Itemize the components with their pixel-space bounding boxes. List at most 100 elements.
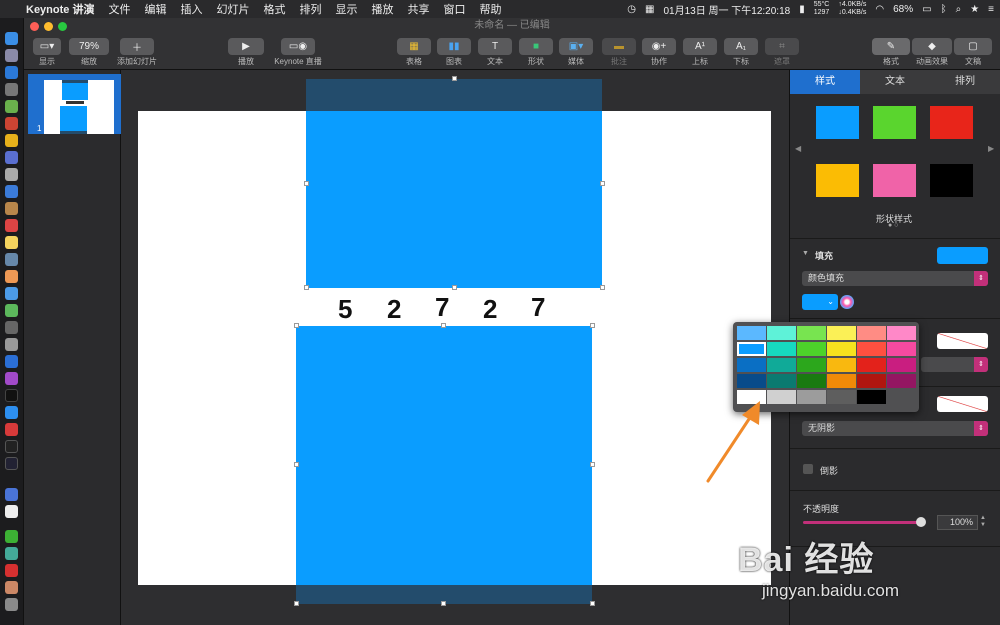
music-icon[interactable] xyxy=(5,355,18,368)
android-icon[interactable] xyxy=(5,100,18,113)
wifi-icon[interactable]: ◠ xyxy=(875,4,884,15)
bluetooth-icon[interactable]: ᛒ xyxy=(941,4,947,15)
comment-button[interactable]: ▬ 批注 xyxy=(602,38,636,67)
menu-arrange[interactable]: 排列 xyxy=(299,1,321,17)
close-window-button[interactable] xyxy=(30,22,39,31)
color-swatch[interactable] xyxy=(857,358,886,372)
menu-play[interactable]: 播放 xyxy=(371,1,393,17)
menu-window[interactable]: 窗口 xyxy=(443,1,465,17)
chevron-right-icon[interactable]: ▶ xyxy=(988,144,994,153)
subscript-button[interactable]: A₁ 下标 xyxy=(724,38,758,67)
trash-icon[interactable] xyxy=(5,598,18,611)
menu-slide[interactable]: 幻灯片 xyxy=(216,1,249,17)
slide-thumbnail-1[interactable]: 1 xyxy=(28,74,121,134)
color-swatch[interactable] xyxy=(857,342,886,356)
control-menu-icon[interactable]: ≡ xyxy=(988,4,994,15)
podcasts-icon[interactable] xyxy=(5,372,18,385)
selection-handle[interactable] xyxy=(452,76,457,81)
terminal-icon[interactable] xyxy=(5,440,18,453)
color-swatch[interactable] xyxy=(767,342,796,356)
style-swatch-red[interactable] xyxy=(930,106,973,139)
menu-view[interactable]: 显示 xyxy=(335,1,357,17)
opacity-slider-track[interactable] xyxy=(803,521,921,524)
border-popup[interactable]: ⇕ xyxy=(921,357,988,372)
shadow-color-well[interactable] xyxy=(937,396,988,412)
page-dots[interactable]: ● ○ xyxy=(888,222,898,229)
selection-handle[interactable] xyxy=(600,181,605,186)
selection-handle[interactable] xyxy=(304,285,309,290)
activity-monitor-icon[interactable] xyxy=(5,457,18,470)
selection-handle[interactable] xyxy=(294,601,299,606)
style-swatch-blue[interactable] xyxy=(816,106,859,139)
selection-handle[interactable] xyxy=(452,285,457,290)
style-swatch-pink[interactable] xyxy=(873,164,916,197)
color-swatch[interactable] xyxy=(887,358,916,372)
bookmark-icon[interactable]: ▮ xyxy=(799,4,805,15)
color-swatch[interactable] xyxy=(737,326,766,340)
color-swatch[interactable] xyxy=(887,326,916,340)
app-icon-27[interactable] xyxy=(5,488,18,501)
chrome-icon[interactable] xyxy=(5,134,18,147)
launchpad-icon[interactable] xyxy=(5,49,18,62)
zoom-popup[interactable]: 79% 缩放 xyxy=(69,38,109,67)
view-button[interactable]: ▭▾ 显示 xyxy=(33,38,61,67)
keynote-live-button[interactable]: ▭◉ Keynote 直播 xyxy=(269,38,327,67)
app-icon-9[interactable] xyxy=(5,168,18,181)
color-swatch[interactable] xyxy=(857,326,886,340)
opacity-slider-thumb[interactable] xyxy=(916,517,926,527)
netease-music-icon[interactable] xyxy=(5,564,18,577)
app-icon-15[interactable] xyxy=(5,270,18,283)
color-swatch[interactable] xyxy=(827,358,856,372)
chart-button[interactable]: ▮▮ 图表 xyxy=(437,38,471,67)
shape-button[interactable]: ■ 形状 xyxy=(519,38,553,67)
selection-handle[interactable] xyxy=(294,462,299,467)
color-swatch[interactable] xyxy=(797,326,826,340)
color-swatch[interactable] xyxy=(797,358,826,372)
rocket-icon[interactable] xyxy=(5,83,18,96)
app-icon-32[interactable] xyxy=(5,581,18,594)
wechat-icon[interactable] xyxy=(5,530,18,543)
color-swatch[interactable] xyxy=(857,390,886,404)
color-swatch[interactable] xyxy=(767,374,796,388)
menu-file[interactable]: 文件 xyxy=(108,1,130,17)
opacity-value-field[interactable]: 100% xyxy=(937,515,978,530)
color-wheel-icon[interactable] xyxy=(840,295,854,309)
selection-handle[interactable] xyxy=(441,601,446,606)
color-swatch[interactable] xyxy=(887,374,916,388)
fill-color-well[interactable] xyxy=(937,247,988,264)
app-icon-30[interactable] xyxy=(5,547,18,560)
minimize-window-button[interactable] xyxy=(44,22,53,31)
slide-digit[interactable]: 2 xyxy=(483,294,497,325)
color-swatch[interactable] xyxy=(737,374,766,388)
favorites-star-icon[interactable]: ★ xyxy=(970,4,979,15)
superscript-button[interactable]: A¹ 上标 xyxy=(683,38,717,67)
selection-handle[interactable] xyxy=(304,181,309,186)
selection-handle[interactable] xyxy=(590,323,595,328)
yandex-icon[interactable] xyxy=(5,505,18,518)
clock-status-icon[interactable]: ◷ xyxy=(627,4,636,15)
disclosure-triangle-icon[interactable]: ▼ xyxy=(802,250,809,257)
color-swatch[interactable] xyxy=(827,374,856,388)
app-icon-12[interactable] xyxy=(5,219,18,232)
slide-digit[interactable]: 2 xyxy=(387,294,401,325)
app-icon-10[interactable] xyxy=(5,185,18,198)
opacity-stepper[interactable]: ▲ ▼ xyxy=(980,515,988,530)
color-swatch[interactable] xyxy=(827,390,856,404)
format-button[interactable]: ✎ 格式 xyxy=(872,38,910,67)
color-swatch[interactable] xyxy=(887,342,916,356)
spotlight-search-icon[interactable]: ⌕ xyxy=(956,4,962,15)
color-swatch-selected[interactable] xyxy=(737,342,766,356)
notes-icon[interactable] xyxy=(5,236,18,249)
tab-text[interactable]: 文本 xyxy=(860,70,930,94)
animate-button[interactable]: ◆ 动画效果 xyxy=(912,38,952,67)
slide-digit[interactable]: 5 xyxy=(338,294,352,325)
selection-handle[interactable] xyxy=(590,462,595,467)
menu-share[interactable]: 共享 xyxy=(407,1,429,17)
selection-handle[interactable] xyxy=(294,323,299,328)
border-color-well[interactable] xyxy=(937,333,988,349)
mask-button[interactable]: ⌗ 遮罩 xyxy=(765,38,799,67)
slide-digit[interactable]: 7 xyxy=(435,292,449,323)
style-swatch-black[interactable] xyxy=(930,164,973,197)
apple-tv-icon[interactable] xyxy=(5,389,18,402)
play-button[interactable]: ▶ 播放 xyxy=(228,38,264,67)
